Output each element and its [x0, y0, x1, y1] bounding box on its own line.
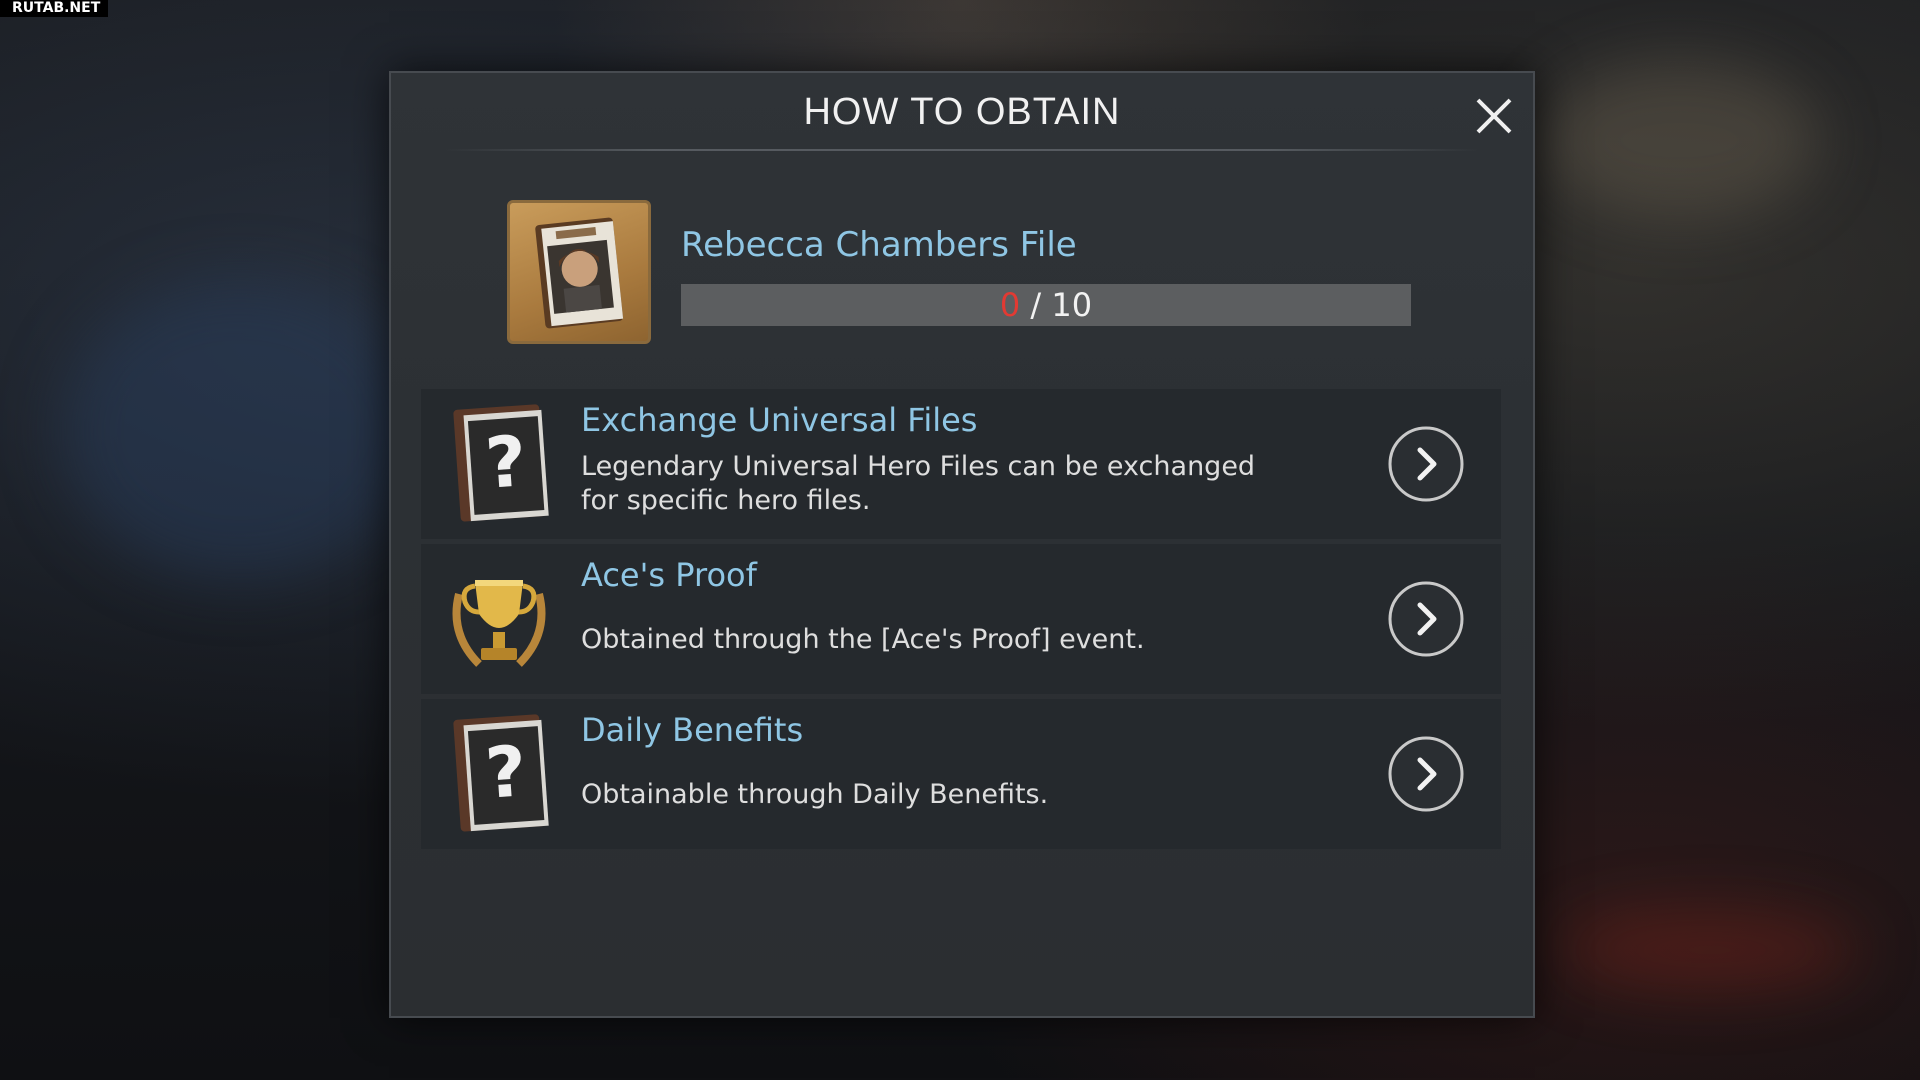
source-row-daily-benefits: ? Daily Benefits Obtainable through Dail…	[421, 699, 1501, 849]
background-blur	[1540, 60, 1820, 220]
chevron-right-icon	[1388, 581, 1464, 657]
watermark-label: RUTAB.NET	[0, 0, 108, 17]
item-name: Rebecca Chambers File	[681, 225, 1077, 265]
go-daily-benefits-button[interactable]	[1387, 735, 1465, 813]
svg-text:?: ?	[483, 420, 529, 505]
close-button[interactable]	[1473, 95, 1515, 137]
question-file-icon: ?	[439, 709, 559, 839]
title-divider	[446, 149, 1478, 151]
file-progress-bar: 0 / 10	[681, 284, 1411, 326]
source-description-line1: Obtained through the [Ace's Proof] event…	[581, 624, 1145, 655]
chevron-right-icon	[1388, 426, 1464, 502]
progress-total: 10	[1051, 286, 1093, 324]
source-title: Ace's Proof	[581, 556, 757, 594]
progress-current: 0	[999, 286, 1021, 324]
background-blur	[60, 280, 420, 580]
background-blur	[1560, 910, 1860, 990]
progress-text: 0 / 10	[681, 284, 1411, 326]
question-file-icon: ?	[439, 399, 559, 529]
source-row-exchange-universal-files: ? Exchange Universal Files Legendary Uni…	[421, 389, 1501, 539]
how-to-obtain-dialog: HOW TO OBTAIN Rebecca Chambers File 0 / …	[389, 71, 1535, 1018]
source-description-line2: for specific hero files.	[581, 485, 871, 516]
dialog-title: HOW TO OBTAIN	[803, 91, 1121, 133]
go-exchange-universal-files-button[interactable]	[1387, 425, 1465, 503]
source-description-line1: Obtainable through Daily Benefits.	[581, 779, 1049, 810]
close-icon	[1476, 98, 1512, 134]
source-title: Daily Benefits	[581, 711, 804, 749]
chevron-right-icon	[1388, 736, 1464, 812]
hero-file-icon	[507, 200, 651, 344]
trophy-icon	[439, 554, 559, 684]
source-title: Exchange Universal Files	[581, 401, 978, 439]
source-row-aces-proof: Ace's Proof Obtained through the [Ace's …	[421, 544, 1501, 694]
go-aces-proof-button[interactable]	[1387, 580, 1465, 658]
progress-separator: /	[1020, 286, 1052, 324]
source-description-line1: Legendary Universal Hero Files can be ex…	[581, 451, 1256, 482]
svg-text:?: ?	[483, 730, 529, 815]
